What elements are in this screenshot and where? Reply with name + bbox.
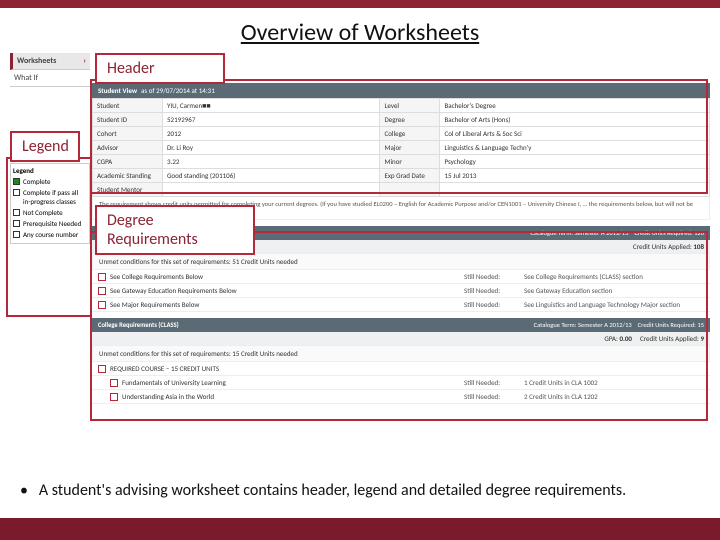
- tab-whatif[interactable]: What If: [10, 70, 90, 87]
- callout-header: Header: [95, 53, 225, 84]
- chevron-right-icon: ›: [83, 56, 86, 66]
- callout-legend: Legend: [10, 131, 80, 162]
- canvas: Worksheets › What If Legend Complete Com…: [10, 53, 710, 423]
- tab-label: What If: [14, 73, 38, 83]
- outline-header: [90, 79, 708, 194]
- outline-degree: [90, 231, 708, 421]
- page-title: Overview of Worksheets: [0, 8, 720, 53]
- callout-degree: Degree Requirements: [95, 205, 255, 255]
- footer-bullet: • A student's advising worksheet contain…: [20, 481, 626, 500]
- tab-label: Worksheets: [17, 56, 56, 66]
- tab-worksheets[interactable]: Worksheets ›: [10, 53, 90, 70]
- outline-legend: [6, 157, 92, 317]
- sidebar: Worksheets › What If: [10, 53, 90, 87]
- top-bar: [0, 0, 720, 8]
- footer-text: A student's advising worksheet contains …: [39, 481, 626, 500]
- bullet-icon: •: [20, 481, 28, 500]
- bottom-bar: [0, 518, 720, 540]
